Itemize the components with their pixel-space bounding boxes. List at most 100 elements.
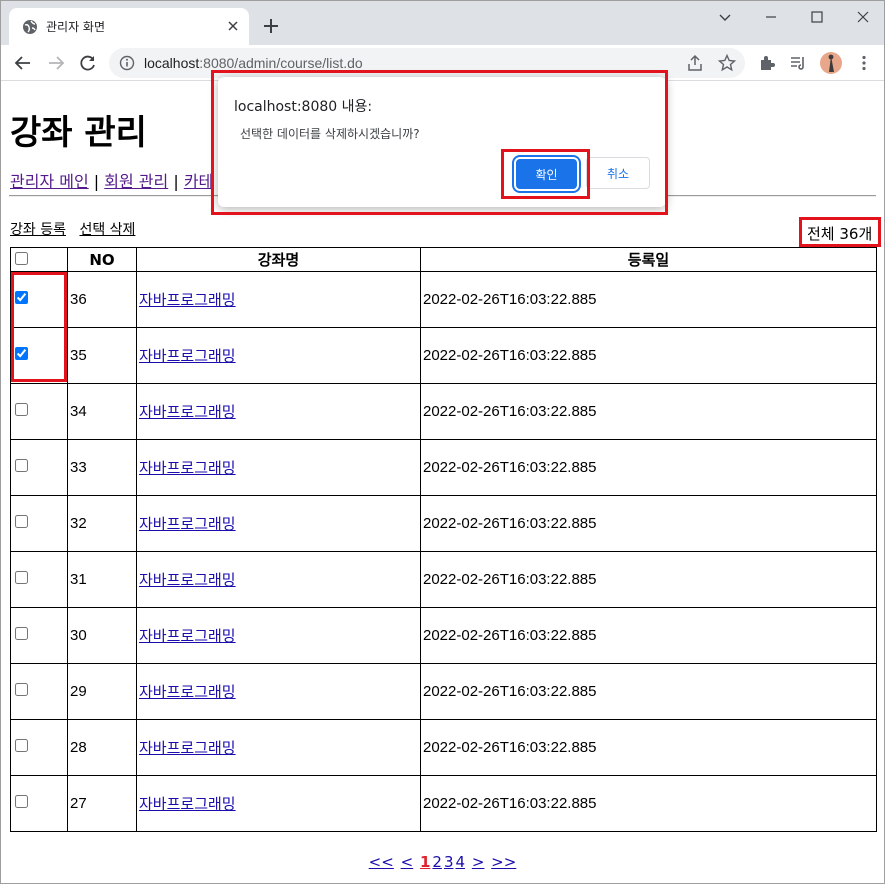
address-bar[interactable]: localhost:8080/admin/course/list.do — [109, 48, 745, 78]
row-checkbox[interactable] — [15, 571, 28, 584]
row-course-name-cell: 자바프로그래밍 — [136, 775, 421, 832]
row-select-cell — [10, 663, 68, 720]
profile-avatar[interactable] — [820, 52, 842, 74]
row-select-cell — [10, 439, 68, 496]
row-checkbox[interactable] — [15, 515, 28, 528]
row-select-cell — [10, 383, 68, 440]
row-reg-date: 2022-02-26T16:03:22.885 — [420, 327, 877, 384]
nav-admin-main[interactable]: 관리자 메인 — [10, 172, 89, 191]
pager-page-link[interactable]: 4 — [455, 853, 465, 871]
tab-search-chevron-icon[interactable] — [715, 7, 735, 27]
site-info-icon[interactable] — [119, 55, 135, 71]
close-tab-icon[interactable] — [225, 18, 241, 34]
pager-page-link[interactable]: 2 — [432, 853, 442, 871]
select-all-checkbox[interactable] — [15, 251, 28, 265]
more-menu-icon[interactable] — [854, 53, 874, 73]
course-name-link[interactable]: 자바프로그래밍 — [139, 739, 236, 757]
pager-prev[interactable]: < — [401, 853, 414, 871]
table-row: 33 자바프로그래밍 2022-02-26T16:03:22.885 — [10, 439, 877, 496]
url-path: :8080/admin/course/list.do — [199, 55, 363, 71]
table-row: 27 자바프로그래밍 2022-02-26T16:03:22.885 — [10, 775, 877, 832]
course-name-link[interactable]: 자바프로그래밍 — [139, 515, 236, 533]
row-course-name-cell: 자바프로그래밍 — [136, 383, 421, 440]
nav-category[interactable]: 카테 — [184, 172, 213, 191]
maximize-icon[interactable] — [807, 7, 827, 27]
row-course-name-cell: 자바프로그래밍 — [136, 439, 421, 496]
course-table: NO 강좌명 등록일 36 자바프로그래밍 2022-02-26T16:03:22.… — [10, 247, 877, 832]
row-reg-date: 2022-02-26T16:03:22.885 — [420, 383, 877, 440]
add-course-link[interactable]: 강좌 등록 — [10, 222, 66, 238]
course-name-link[interactable]: 자바프로그래밍 — [139, 347, 236, 365]
row-checkbox[interactable] — [15, 459, 28, 472]
bookmark-star-icon[interactable] — [717, 53, 737, 73]
new-tab-icon[interactable] — [261, 16, 281, 36]
row-no: 31 — [67, 551, 137, 608]
total-count: 전체 36개 — [807, 225, 873, 243]
row-select-cell — [10, 271, 68, 328]
row-no: 29 — [67, 663, 137, 720]
url-text[interactable]: localhost:8080/admin/course/list.do — [144, 55, 363, 71]
table-row: 28 자바프로그래밍 2022-02-26T16:03:22.885 — [10, 719, 877, 776]
confirm-ok-button[interactable]: 확인 — [516, 159, 577, 189]
row-course-name-cell: 자바프로그래밍 — [136, 495, 421, 552]
course-name-link[interactable]: 자바프로그래밍 — [139, 291, 236, 309]
table-row: 31 자바프로그래밍 2022-02-26T16:03:22.885 — [10, 551, 877, 608]
row-reg-date: 2022-02-26T16:03:22.885 — [420, 495, 877, 552]
row-checkbox[interactable] — [15, 683, 28, 696]
course-name-link[interactable]: 자바프로그래밍 — [139, 459, 236, 477]
row-checkbox[interactable] — [15, 403, 28, 416]
row-checkbox[interactable] — [15, 291, 28, 304]
window-close-icon[interactable] — [853, 7, 873, 27]
row-course-name-cell: 자바프로그래밍 — [136, 271, 421, 328]
browser-titlebar: 관리자 화면 — [1, 1, 884, 45]
course-name-link[interactable]: 자바프로그래밍 — [139, 403, 236, 421]
course-name-link[interactable]: 자바프로그래밍 — [139, 571, 236, 589]
row-checkbox[interactable] — [15, 795, 28, 808]
row-checkbox[interactable] — [15, 627, 28, 640]
nav-member-management[interactable]: 회원 관리 — [104, 172, 168, 191]
row-select-cell — [10, 607, 68, 664]
share-icon[interactable] — [685, 53, 705, 73]
admin-nav: 관리자 메인 | 회원 관리 | 카테 — [10, 168, 213, 192]
url-host: localhost — [144, 55, 200, 71]
row-no: 27 — [67, 775, 137, 832]
list-actions: 강좌 등록 선택 삭제 — [10, 219, 144, 239]
row-no: 35 — [67, 327, 137, 384]
pager-first[interactable]: << — [369, 853, 394, 871]
row-select-cell — [10, 775, 68, 832]
row-reg-date: 2022-02-26T16:03:22.885 — [420, 775, 877, 832]
course-name-link[interactable]: 자바프로그래밍 — [139, 795, 236, 813]
pager-last[interactable]: >> — [491, 853, 516, 871]
reload-icon[interactable] — [78, 53, 98, 73]
reading-list-icon[interactable] — [788, 53, 808, 73]
pager-page-link[interactable]: 1 — [420, 853, 430, 871]
avatar-icon — [828, 54, 834, 72]
row-checkbox[interactable] — [15, 347, 28, 360]
confirm-dialog: localhost:8080 내용: 선택한 데이터를 삭제하시겠습니까? 확인… — [218, 77, 666, 207]
page-title: 강좌 관리 — [10, 113, 147, 153]
course-name-link[interactable]: 자바프로그래밍 — [139, 683, 236, 701]
table-row: 35 자바프로그래밍 2022-02-26T16:03:22.885 — [10, 327, 877, 384]
table-row: 30 자바프로그래밍 2022-02-26T16:03:22.885 — [10, 607, 877, 664]
minimize-icon[interactable] — [761, 7, 781, 27]
course-name-link[interactable]: 자바프로그래밍 — [139, 627, 236, 645]
dialog-title: localhost:8080 내용: — [234, 99, 373, 115]
pager-pages: 1234 — [419, 853, 466, 871]
row-select-cell — [10, 495, 68, 552]
row-select-cell — [10, 551, 68, 608]
back-arrow-icon[interactable] — [13, 53, 33, 73]
confirm-cancel-button[interactable]: 취소 — [586, 157, 650, 189]
globe-icon — [23, 20, 37, 34]
forward-arrow-icon[interactable] — [46, 53, 66, 73]
pager-next[interactable]: > — [472, 853, 485, 871]
table-row: 34 자바프로그래밍 2022-02-26T16:03:22.885 — [10, 383, 877, 440]
nav-separator: | — [93, 172, 100, 191]
browser-tab[interactable]: 관리자 화면 — [9, 8, 249, 45]
pager-page-link[interactable]: 3 — [444, 853, 454, 871]
row-checkbox[interactable] — [15, 739, 28, 752]
row-no: 30 — [67, 607, 137, 664]
extensions-puzzle-icon[interactable] — [757, 53, 777, 73]
delete-selected-link[interactable]: 선택 삭제 — [79, 222, 135, 238]
table-row: 32 자바프로그래밍 2022-02-26T16:03:22.885 — [10, 495, 877, 552]
row-course-name-cell: 자바프로그래밍 — [136, 551, 421, 608]
